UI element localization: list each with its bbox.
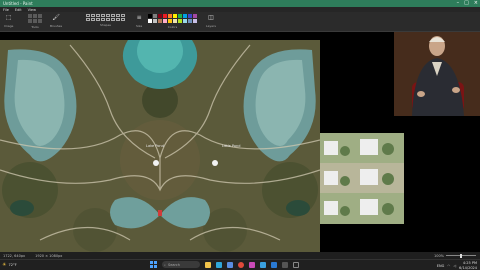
paint-window: Untitled - Paint – □ × File Edit View ⬚ … [0,0,480,270]
mail-icon[interactable] [271,261,277,268]
close-icon[interactable]: × [474,0,478,7]
color-swatch[interactable] [178,14,182,18]
zoom-control: 100% [434,252,476,259]
ribbon-group-layers[interactable]: ◫ Layers [206,14,216,30]
select-icon[interactable]: ⬚ [6,14,12,22]
paint-icon[interactable] [249,261,255,268]
color-swatch[interactable] [163,14,167,18]
tools-grid[interactable] [28,14,42,23]
color-swatch[interactable] [168,14,172,18]
color-swatch[interactable] [158,14,162,18]
menu-view[interactable]: View [28,8,36,12]
color-swatch[interactable] [193,19,197,23]
magnifier-icon[interactable] [38,19,42,23]
portrait-photo [394,32,480,116]
weather-widget[interactable]: ☀ 72°F [2,262,17,268]
zoom-slider[interactable] [446,253,476,258]
wifi-icon[interactable]: ◠ [447,264,450,268]
maximize-icon[interactable]: □ [464,0,469,7]
color-swatch[interactable] [183,19,187,23]
minimize-icon[interactable]: – [457,0,460,7]
edge-icon[interactable] [216,261,222,268]
color-palette[interactable] [148,14,197,23]
search-placeholder: Search [167,262,180,267]
start-icon[interactable] [150,261,157,268]
color-swatch[interactable] [183,14,187,18]
color-swatch[interactable] [153,14,157,18]
picker-icon[interactable] [33,19,37,23]
map-pin-right [212,160,218,166]
window-controls: – □ × [457,0,478,7]
pencil-icon[interactable] [28,14,32,18]
eraser-icon[interactable] [28,19,32,23]
color-swatch[interactable] [173,14,177,18]
size-icon[interactable]: ≡ [137,14,142,22]
color-swatch[interactable] [168,19,172,23]
color-swatch[interactable] [148,14,152,18]
clock[interactable]: 4:25 PM 6/14/2024 [459,261,477,270]
zoom-level: 100% [433,253,444,258]
calculator-icon[interactable] [282,261,288,268]
taskbar-apps: ⌕ Search [150,261,299,268]
color-swatch[interactable] [178,19,182,23]
menu-file[interactable]: File [3,8,9,12]
building-photo-strip [320,133,404,224]
ribbon-group-image[interactable]: ⬚ Image [4,14,13,30]
color-swatch[interactable] [158,19,162,23]
title-bar: Untitled - Paint – □ × [0,0,480,7]
search-icon: ⌕ [164,262,166,267]
weather-icon: ☀ [2,262,7,268]
canvas-size: 1920 × 1080px [35,253,63,258]
clock-date: 6/14/2024 [459,265,477,270]
zoom-slider-knob[interactable] [460,253,462,258]
status-bar: 1722, 640px 1920 × 1080px [0,252,480,259]
cursor-position: 1722, 640px [3,253,26,258]
volume-icon[interactable]: ◁ [453,264,456,268]
mirrored-aerial-image: Lake Pond Little Pond [0,40,320,252]
photos-icon[interactable] [260,261,266,268]
color-swatch[interactable] [188,14,192,18]
language-indicator[interactable]: ENG [437,264,445,268]
fill-icon[interactable] [33,14,37,18]
map-label-right: Little Pond [222,144,240,148]
color-swatch[interactable] [188,19,192,23]
files-icon[interactable] [205,261,211,268]
system-tray: ENG ◠ ◁ 4:25 PM 6/14/2024 [437,261,477,270]
ribbon-toolbar: ⬚ Image Tools 🖌 Brushes Shapes ≡ Size Co… [0,12,480,32]
terminal-icon[interactable] [293,261,299,268]
weather-temp: 72°F [8,263,17,267]
map-label-left: Lake Pond [146,144,164,148]
ribbon-group-size[interactable]: ≡ Size [136,14,142,30]
color-swatch[interactable] [193,14,197,18]
taskbar: ☀ 72°F ⌕ Search ENG ◠ ◁ 4:25 PM 6/14/202… [0,259,480,270]
text-icon[interactable] [38,14,42,18]
color-swatch[interactable] [173,19,177,23]
menu-edit[interactable]: Edit [15,8,22,12]
drawing-canvas[interactable]: Lake Pond Little Pond [0,32,480,252]
ribbon-group-colors: Colors [148,14,197,30]
store-icon[interactable] [227,261,233,268]
taskbar-search[interactable]: ⌕ Search [162,261,200,268]
ribbon-group-tools: Tools [28,14,42,30]
layers-icon[interactable]: ◫ [208,14,214,22]
brush-icon[interactable]: 🖌 [52,14,60,22]
color-swatch[interactable] [148,19,152,23]
shapes-grid[interactable] [86,14,125,21]
color-swatch[interactable] [153,19,157,23]
window-title: Untitled - Paint [3,1,33,6]
color-swatch[interactable] [163,19,167,23]
ribbon-group-brushes[interactable]: 🖌 Brushes [50,14,62,30]
ribbon-group-shapes: Shapes [86,14,125,30]
map-pin-left [153,160,159,166]
chrome-icon[interactable] [238,261,244,268]
